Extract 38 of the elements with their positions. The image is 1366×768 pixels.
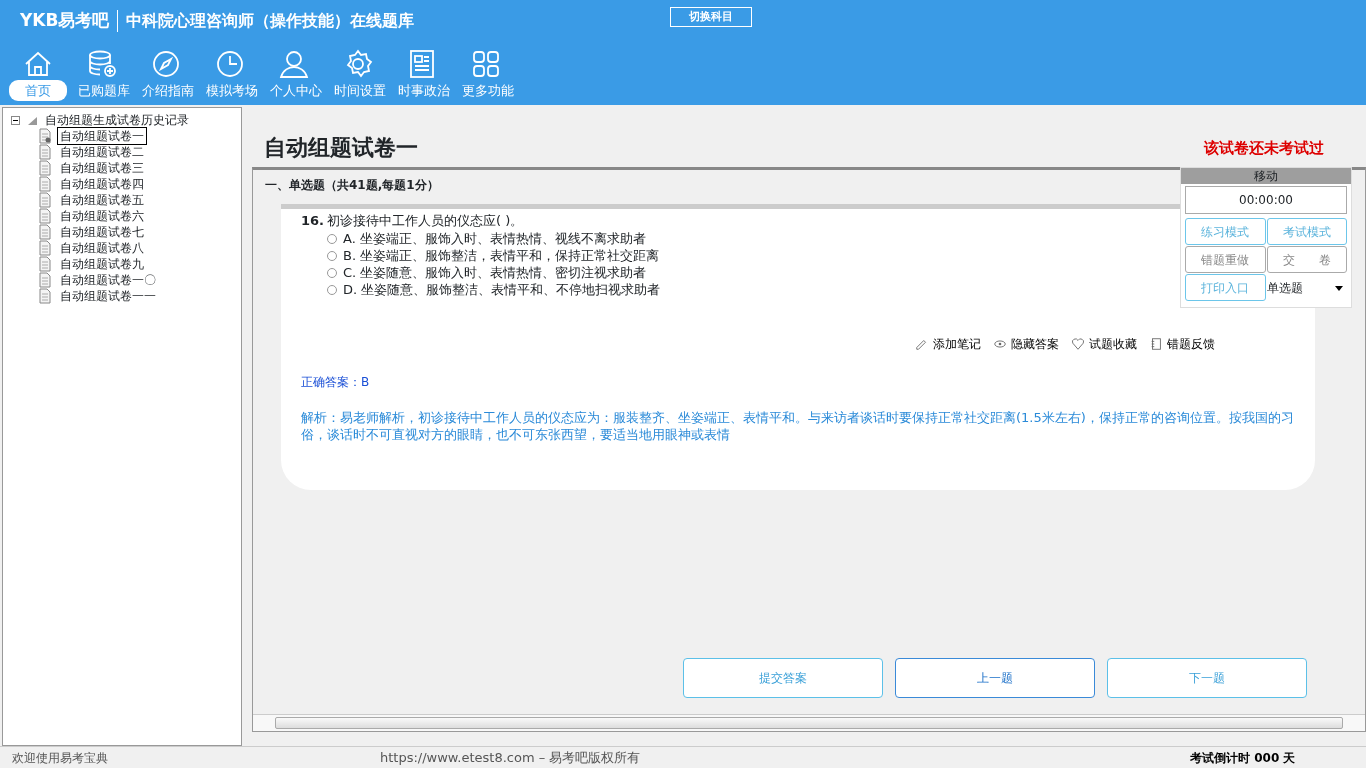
app-title: 中科院心理咨询师（操作技能）在线题库 [126, 9, 415, 32]
countdown-text: 考试倒计时 000 天 [1190, 749, 1296, 767]
exam-status: 该试卷还未考试过 [1204, 138, 1324, 159]
tree-item[interactable]: 自动组题试卷五 [57, 191, 147, 209]
tool-link[interactable]: 试题收藏 [1071, 334, 1137, 353]
panel-button[interactable]: 交 卷 [1266, 246, 1347, 273]
answer-option[interactable]: D. 坐姿随意、服饰整洁、表情平和、不停地扫视求助者 [327, 281, 661, 299]
logo: YKB易考吧 [19, 9, 110, 32]
panel-title: 移动 [1181, 168, 1351, 184]
tree-item[interactable]: 自动组题试卷六 [57, 207, 147, 225]
question-text: 初诊接待中工作人员的仪态应( )。 [327, 212, 524, 230]
timer-display: 00:00:00 [1185, 186, 1347, 214]
answer-option[interactable]: C. 坐姿随意、服饰入时、表情热情、密切注视求助者 [327, 264, 647, 282]
tool-link[interactable]: 隐藏答案 [993, 334, 1059, 353]
tree-item[interactable]: 自动组题试卷一〇 [57, 271, 159, 289]
tree-item[interactable]: 自动组题试卷三 [57, 159, 147, 177]
action-button[interactable]: 上一题 [895, 658, 1095, 698]
copyright-text: https://www.etest8.com – 易考吧版权所有 [380, 748, 642, 767]
paper-title: 自动组题试卷一 [263, 133, 418, 162]
tree-item[interactable]: 自动组题试卷一一 [57, 287, 159, 305]
tree-item[interactable]: 自动组题试卷二 [57, 143, 147, 161]
tree-item[interactable]: 自动组题试卷一 [57, 127, 147, 145]
tree-item[interactable]: 自动组题试卷九 [57, 255, 147, 273]
tree-item[interactable]: 自动组题试卷七 [57, 223, 147, 241]
answer-option[interactable]: A. 坐姿端正、服饰入时、表情热情、视线不离求助者 [327, 230, 646, 248]
analysis-text: 解析：易老师解析，初诊接待中工作人员的仪态应为：服装整齐、坐姿端正、表情平和。与来访者谈话时要保持正常社交距离(1.5米左右)，保持正常的咨询位置。按我国的习俗，谈话时不可直视对方的眼睛，也不可东张西望，要适当地用眼神或表情 [301, 408, 1295, 443]
answer-option[interactable]: B. 坐姿端正、服饰整洁，表情平和，保持正常社交距离 [327, 247, 660, 265]
tree-item[interactable]: 自动组题生成试卷历史记录 [42, 111, 192, 129]
status-message: 欢迎使用易考宝典 [11, 749, 109, 767]
tool-link[interactable]: 添加笔记 [915, 334, 981, 353]
question-number: 16. [301, 212, 325, 230]
correct-answer: 正确答案：B [301, 373, 371, 391]
section-heading: 一、单选题（共41题,每题1分） [264, 177, 440, 194]
tool-link[interactable]: 错题反馈 [1149, 334, 1215, 353]
question-type-select[interactable]: 单选题 [1266, 274, 1347, 301]
tree-item[interactable]: 自动组题试卷四 [57, 175, 147, 193]
tree-item[interactable]: 自动组题试卷八 [57, 239, 147, 257]
panel-button[interactable]: 错题重做 [1185, 246, 1266, 273]
